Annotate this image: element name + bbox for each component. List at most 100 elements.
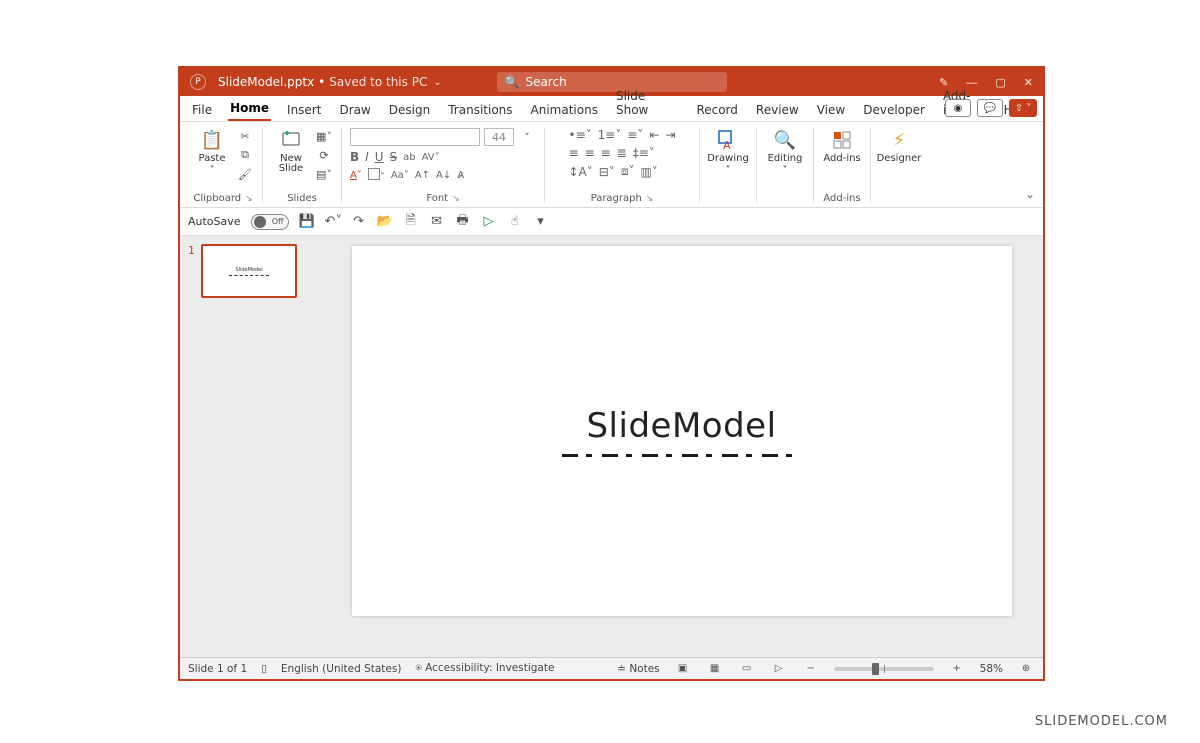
drawing-button[interactable]: A Drawing˅ bbox=[708, 128, 748, 176]
powerpoint-window: P SlideModel.pptx • Saved to this PC ⌄ 🔍… bbox=[178, 66, 1045, 681]
quick-print-button[interactable]: 🖶 bbox=[455, 211, 471, 233]
normal-view-button[interactable]: ▣ bbox=[674, 662, 692, 676]
tab-review[interactable]: Review bbox=[754, 99, 801, 121]
grow-font-button[interactable]: A↑ bbox=[415, 170, 430, 181]
zoom-level[interactable]: 58% bbox=[980, 663, 1003, 675]
slide[interactable]: SlideModel bbox=[352, 246, 1012, 616]
strikethrough-button[interactable]: S bbox=[390, 150, 398, 164]
language-status[interactable]: English (United States) bbox=[281, 663, 402, 675]
new-file-button[interactable]: 🗎 bbox=[403, 211, 419, 233]
shrink-font-button[interactable]: A↓ bbox=[436, 170, 451, 181]
tab-view[interactable]: View bbox=[815, 99, 847, 121]
share-button[interactable]: ⇧ ˅ bbox=[1009, 99, 1037, 117]
slideshow-view-button[interactable]: ▷ bbox=[770, 662, 788, 676]
tab-design[interactable]: Design bbox=[387, 99, 432, 121]
chevron-down-icon[interactable]: ⌄ bbox=[433, 77, 441, 88]
text-direction-button[interactable]: ↕A˅ bbox=[568, 165, 592, 179]
book-icon[interactable]: ▯ bbox=[261, 663, 267, 675]
character-spacing-button[interactable]: AV˅ bbox=[422, 152, 440, 163]
slide-thumbnails-panel[interactable]: 1 SlideModel bbox=[180, 236, 320, 657]
redo-button[interactable]: ↷ bbox=[351, 214, 367, 229]
reset-button[interactable]: ⟳ bbox=[315, 147, 333, 163]
tab-animations[interactable]: Animations bbox=[529, 99, 600, 121]
slide-thumbnail-1[interactable]: SlideModel bbox=[201, 244, 297, 298]
dashed-line-shape[interactable] bbox=[562, 454, 802, 457]
search-box[interactable]: 🔍 Search bbox=[497, 72, 727, 92]
dialog-launcher-icon[interactable]: ↘ bbox=[646, 194, 654, 204]
comments-button[interactable]: 💬 bbox=[977, 99, 1003, 117]
editing-button[interactable]: 🔍 Editing˅ bbox=[765, 128, 805, 176]
change-case-button[interactable]: Aa˅ bbox=[391, 170, 409, 181]
copy-button[interactable]: ⧉ bbox=[236, 147, 254, 163]
slide-counter[interactable]: Slide 1 of 1 bbox=[188, 663, 247, 675]
autosave-toggle[interactable]: Off bbox=[251, 214, 289, 230]
font-size-combo[interactable]: 44 bbox=[484, 128, 514, 146]
addins-button[interactable]: Add-ins bbox=[822, 128, 862, 164]
dialog-launcher-icon[interactable]: ↘ bbox=[245, 194, 253, 204]
record-presentation-button[interactable]: ◉ bbox=[945, 99, 971, 117]
collapse-ribbon-button[interactable]: ⌄ bbox=[1025, 187, 1035, 201]
from-beginning-button[interactable]: ▷ bbox=[481, 214, 497, 229]
bullets-button[interactable]: •≡˅ bbox=[568, 128, 591, 142]
accessibility-status[interactable]: ⍟ Accessibility: Investigate bbox=[415, 662, 554, 675]
open-button[interactable]: 📂 bbox=[377, 214, 393, 229]
save-button[interactable]: 💾 bbox=[299, 214, 315, 229]
zoom-out-button[interactable]: − bbox=[802, 662, 820, 676]
line-spacing-button[interactable]: ‡≡˅ bbox=[633, 146, 655, 160]
slide-title[interactable]: SlideModel bbox=[586, 406, 776, 446]
bold-button[interactable]: B bbox=[350, 150, 359, 164]
decrease-indent-button[interactable]: ⇤ bbox=[649, 128, 659, 142]
touch-mode-button[interactable]: ☝ bbox=[507, 214, 523, 229]
align-text-button[interactable]: ⊟˅ bbox=[599, 165, 615, 179]
highlight-button[interactable]: ˅ bbox=[368, 168, 385, 183]
underline-button[interactable]: U bbox=[375, 150, 384, 164]
tab-insert[interactable]: Insert bbox=[285, 99, 323, 121]
undo-button[interactable]: ↶˅ bbox=[325, 214, 341, 229]
section-button[interactable]: ▤˅ bbox=[315, 166, 333, 182]
document-name[interactable]: SlideModel.pptx bbox=[218, 75, 314, 89]
paste-button[interactable]: 📋 Paste ˅ bbox=[192, 128, 232, 176]
customize-qat-button[interactable]: ▾ bbox=[533, 214, 549, 229]
close-button[interactable]: ✕ bbox=[1024, 76, 1033, 89]
italic-button[interactable]: I bbox=[365, 150, 369, 164]
save-state[interactable]: Saved to this PC bbox=[329, 75, 427, 89]
tab-file[interactable]: File bbox=[190, 99, 214, 121]
tab-slideshow[interactable]: Slide Show bbox=[614, 85, 680, 121]
tab-home[interactable]: Home bbox=[228, 97, 271, 121]
zoom-in-button[interactable]: + bbox=[948, 662, 966, 676]
group-slides: New Slide ▦˅ ⟳ ▤˅ Slides bbox=[265, 126, 339, 205]
chevron-down-icon[interactable]: ˅ bbox=[518, 129, 536, 145]
align-right-button[interactable]: ≡ bbox=[601, 146, 611, 160]
slide-sorter-button[interactable]: ▦ bbox=[706, 662, 724, 676]
maximize-button[interactable]: ▢ bbox=[995, 76, 1005, 89]
email-button[interactable]: ✉ bbox=[429, 214, 445, 229]
dialog-launcher-icon[interactable]: ↘ bbox=[452, 194, 460, 204]
format-painter-button[interactable]: 🖌 bbox=[236, 166, 254, 182]
layout-button[interactable]: ▦˅ bbox=[315, 128, 333, 144]
designer-button[interactable]: ⚡ Designer bbox=[879, 128, 919, 164]
tab-record[interactable]: Record bbox=[694, 99, 739, 121]
list-level-button[interactable]: ≡˅ bbox=[627, 128, 643, 142]
increase-indent-button[interactable]: ⇥ bbox=[665, 128, 675, 142]
tab-developer[interactable]: Developer bbox=[861, 99, 927, 121]
font-family-combo[interactable] bbox=[350, 128, 480, 146]
numbering-button[interactable]: 1≡˅ bbox=[598, 128, 622, 142]
group-clipboard: 📋 Paste ˅ ✂ ⧉ 🖌 Clipboard↘ bbox=[186, 126, 260, 205]
tab-transitions[interactable]: Transitions bbox=[446, 99, 514, 121]
reading-view-button[interactable]: ▭ bbox=[738, 662, 756, 676]
columns-button[interactable]: ▥˅ bbox=[640, 165, 657, 179]
smartart-button[interactable]: ⧈˅ bbox=[621, 164, 635, 179]
justify-button[interactable]: ≣ bbox=[617, 146, 627, 160]
align-center-button[interactable]: ≡ bbox=[585, 146, 595, 160]
fit-to-window-button[interactable]: ⊕ bbox=[1017, 662, 1035, 676]
cut-button[interactable]: ✂ bbox=[236, 128, 254, 144]
zoom-slider[interactable] bbox=[834, 667, 934, 671]
tab-draw[interactable]: Draw bbox=[337, 99, 372, 121]
new-slide-button[interactable]: New Slide bbox=[271, 128, 311, 174]
align-left-button[interactable]: ≡ bbox=[568, 146, 578, 160]
notes-button[interactable]: ≐ Notes bbox=[617, 663, 659, 675]
shadow-button[interactable]: ab bbox=[403, 152, 415, 163]
clear-formatting-button[interactable]: A̷ bbox=[457, 170, 464, 181]
slide-canvas-area[interactable]: SlideModel bbox=[320, 236, 1043, 657]
font-color-button[interactable]: A˅ bbox=[350, 170, 362, 181]
